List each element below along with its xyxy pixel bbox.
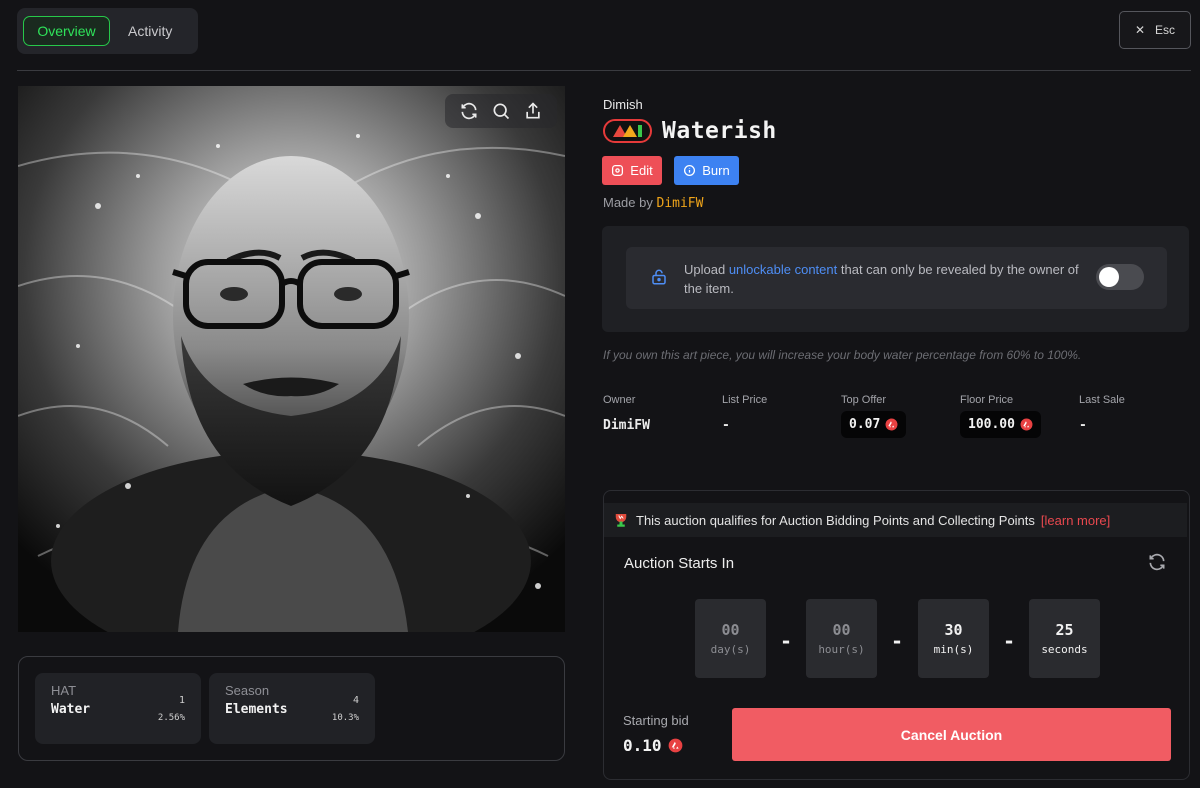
auction-points-banner: This auction qualifies for Auction Biddi…: [604, 503, 1187, 537]
artwork-toolbar: [445, 94, 557, 128]
stat-label: List Price: [722, 394, 768, 406]
creator-link[interactable]: DimiFW: [657, 196, 704, 211]
unlockable-box: Upload unlockable content that can only …: [626, 247, 1167, 309]
stat-value: -: [722, 418, 730, 433]
lock-icon: [650, 268, 668, 291]
avax-icon: [885, 418, 898, 431]
unlockable-toggle[interactable]: [1096, 264, 1144, 290]
toggle-knob: [1099, 267, 1119, 287]
stat-label: Last Sale: [1079, 394, 1125, 406]
countdown-unit: hour(s): [818, 643, 865, 656]
countdown-unit: day(s): [710, 643, 751, 656]
stat-label: Top Offer: [841, 394, 887, 406]
made-by-prefix: Made by: [603, 195, 653, 210]
title-row: Waterish: [603, 118, 777, 144]
starting-bid-value: 0.10: [623, 736, 662, 755]
countdown-separator: -: [780, 629, 793, 653]
unlockable-text-before: Upload: [684, 262, 726, 277]
esc-label: Esc: [1155, 23, 1176, 37]
stat-last-sale: Last Sale -: [1079, 394, 1125, 433]
attribute-percent: 10.3%: [331, 713, 359, 723]
collection-name[interactable]: Dimish: [603, 97, 643, 112]
ai-logo-icon: [603, 119, 652, 143]
artwork-illustration: [18, 86, 565, 632]
stat-list-price: List Price -: [722, 394, 767, 433]
header-divider: [17, 70, 1191, 71]
countdown-value: 00: [721, 621, 740, 639]
share-icon[interactable]: [523, 101, 543, 121]
artwork-image: [18, 86, 565, 632]
top-offer-pill: 0.07: [841, 411, 907, 438]
tab-bar: Overview Activity: [17, 8, 198, 54]
auction-panel: This auction qualifies for Auction Biddi…: [603, 490, 1190, 780]
refresh-icon[interactable]: [459, 101, 479, 121]
countdown-days: 00 day(s): [695, 599, 766, 678]
floor-price-value: 100.00: [968, 417, 1015, 432]
attribute-count: 1: [178, 695, 185, 706]
unlockable-content-link[interactable]: unlockable content: [729, 262, 837, 277]
avax-icon: [668, 738, 682, 753]
edit-button[interactable]: Edit: [602, 156, 662, 185]
stat-floor-price: Floor Price: [960, 394, 1013, 406]
item-description: If you own this art piece, you will incr…: [603, 348, 1082, 362]
made-by: Made by DimiFW: [603, 195, 703, 211]
tab-overview[interactable]: Overview: [23, 16, 110, 46]
countdown-separator: -: [891, 629, 904, 653]
attribute-card-hat[interactable]: HAT Water 1 2.56%: [35, 673, 201, 744]
refresh-icon[interactable]: [1147, 552, 1167, 577]
burn-label: Burn: [702, 163, 730, 178]
burn-button[interactable]: Burn: [674, 156, 739, 185]
attribute-trait: Season: [225, 683, 270, 698]
close-icon: ✕: [1134, 23, 1146, 37]
countdown-seconds: 25 seconds: [1029, 599, 1100, 678]
item-detail-page: Overview Activity ✕ Esc HAT Water 1 2.56…: [0, 0, 1200, 788]
top-offer-value: 0.07: [849, 417, 881, 432]
starting-bid-label: Starting bid: [623, 713, 689, 728]
attributes-panel: HAT Water 1 2.56% Season Elements 4 10.3…: [18, 656, 565, 761]
starting-bid: 0.10: [623, 736, 683, 755]
countdown-value: 30: [944, 621, 963, 639]
stat-label: Floor Price: [960, 394, 1014, 406]
countdown-unit: seconds: [1041, 643, 1088, 656]
stat-label: Owner: [603, 394, 636, 406]
trophy-icon: [615, 514, 627, 527]
unlockable-text: Upload unlockable content that can only …: [684, 260, 1084, 298]
owner-link[interactable]: DimiFW: [603, 418, 650, 433]
countdown-value: 25: [1055, 621, 1074, 639]
tab-activity[interactable]: Activity: [116, 16, 184, 46]
cancel-auction-button[interactable]: Cancel Auction: [732, 708, 1171, 761]
auction-points-text: This auction qualifies for Auction Biddi…: [636, 512, 1035, 528]
edit-label: Edit: [630, 163, 653, 178]
auction-starts-label: Auction Starts In: [624, 555, 735, 572]
stat-top-offer: Top Offer: [841, 394, 886, 406]
avax-icon: [1020, 418, 1033, 431]
countdown-hours: 00 hour(s): [806, 599, 877, 678]
attribute-percent: 2.56%: [157, 713, 185, 723]
stat-owner: Owner DimiFW: [603, 394, 650, 433]
countdown-unit: min(s): [933, 643, 974, 656]
stat-value: -: [1079, 418, 1087, 433]
zoom-icon[interactable]: [491, 101, 511, 121]
edit-icon: [612, 164, 624, 177]
attribute-trait: HAT: [51, 683, 77, 698]
esc-close-button[interactable]: ✕ Esc: [1119, 11, 1191, 49]
item-title: Waterish: [662, 118, 777, 144]
info-icon: [684, 164, 696, 177]
countdown-minutes: 30 min(s): [918, 599, 989, 678]
unlockable-panel: Upload unlockable content that can only …: [602, 226, 1189, 332]
floor-price-pill: 100.00: [960, 411, 1041, 438]
attribute-count: 4: [352, 695, 359, 706]
learn-more-link[interactable]: [learn more]: [1041, 513, 1110, 528]
attribute-card-season[interactable]: Season Elements 4 10.3%: [209, 673, 375, 744]
countdown-separator: -: [1003, 629, 1016, 653]
countdown-value: 00: [832, 621, 851, 639]
